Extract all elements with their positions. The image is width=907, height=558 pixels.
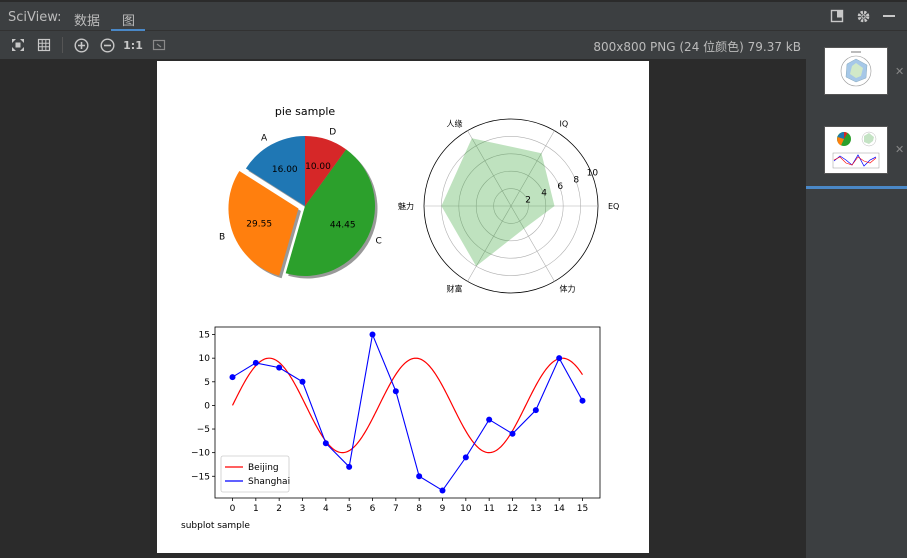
tab-plots[interactable]: 图 [122, 10, 135, 29]
legend-label: Shanghai [248, 477, 290, 487]
shanghai-point [276, 364, 283, 371]
y-tick-label: 10 [199, 354, 211, 364]
radar-thumbnail[interactable] [824, 47, 888, 95]
radar-category-label: IQ [560, 120, 569, 129]
radar-category-label: 魅力 [398, 201, 414, 211]
x-tick-label: 3 [300, 504, 306, 514]
radar-category-label: EQ [608, 202, 619, 211]
x-tick-label: 5 [346, 504, 352, 514]
image-toolbar: 1:1 800x800 PNG (24 位颜色) 79.37 kB [0, 31, 907, 59]
x-tick-label: 4 [323, 504, 329, 514]
shanghai-point [532, 407, 539, 414]
pie-category-label: D [329, 127, 336, 137]
close-thumbnail-icon[interactable]: ✕ [895, 144, 905, 155]
shanghai-point [486, 416, 493, 423]
subplots-thumbnail[interactable] [824, 126, 888, 174]
shanghai-point [509, 430, 516, 437]
pie-title: pie sample [275, 105, 336, 118]
radar-tick-label: 10 [587, 169, 599, 179]
radar-category-label: 人缘 [447, 119, 463, 129]
toolbar-separator [62, 37, 63, 53]
x-tick-label: 14 [553, 504, 565, 514]
x-tick-label: 6 [370, 504, 376, 514]
y-tick-label: −5 [197, 425, 210, 435]
x-tick-label: 2 [276, 504, 282, 514]
line-chart-xlabel: subplot sample [181, 521, 250, 531]
fit-window-icon[interactable] [151, 37, 167, 53]
fit-screen-icon[interactable] [10, 37, 26, 53]
shanghai-point [579, 397, 586, 404]
pie-value-label: 44.45 [330, 220, 356, 230]
shanghai-point [416, 473, 423, 480]
plot-canvas: pie sample 16.00A29.55B44.45C10.00D 2468… [181, 105, 619, 531]
y-tick-label: 5 [204, 378, 210, 388]
pie-category-label: C [375, 236, 381, 246]
settings-gear-icon[interactable] [855, 8, 871, 24]
radar-tick-label: 2 [525, 195, 531, 205]
radar-category-label: 财富 [447, 283, 463, 293]
radar-category-label: 体力 [560, 283, 576, 293]
pie-value-label: 16.00 [272, 165, 298, 175]
zoom-in-icon[interactable] [73, 37, 89, 53]
shanghai-point [392, 388, 399, 395]
radar-chart: 2468 10 EQ IQ 人缘魅力财富 体力 [398, 118, 619, 294]
y-tick-label: −10 [191, 449, 210, 459]
shanghai-point [369, 331, 376, 338]
x-tick-label: 7 [393, 504, 399, 514]
x-tick-label: 13 [530, 504, 541, 514]
thumbnail-sidebar: ✕ ✕ [806, 31, 907, 558]
shanghai-point [556, 355, 563, 362]
minimize-icon[interactable] [881, 8, 897, 24]
pie-category-label: A [261, 133, 268, 143]
line-chart: subplot sample 0 1 2 3 4 5 6 7 8 9 10 11 12 13 14 15−15… [181, 326, 601, 531]
shanghai-point [462, 454, 469, 461]
zoom-out-icon[interactable] [99, 37, 115, 53]
shanghai-point [322, 440, 329, 447]
shanghai-point [299, 378, 306, 385]
y-tick-label: −15 [191, 472, 210, 482]
plot-image: pie sample 16.00 A 29.55 B 44.45 C 10.00 D 2468… [157, 61, 649, 553]
split-view-icon[interactable] [829, 8, 845, 24]
shanghai-point [346, 463, 353, 470]
close-thumbnail-icon[interactable]: ✕ [895, 66, 905, 77]
image-info: 800x800 PNG (24 位颜色) 79.37 kB [593, 40, 801, 54]
x-tick-label: 0 [230, 504, 236, 514]
radar-area [441, 138, 555, 267]
x-tick-label: 8 [416, 504, 422, 514]
x-tick-label: 9 [440, 504, 446, 514]
pie-category-label: B [219, 232, 225, 242]
tab-data[interactable]: 数据 [74, 10, 100, 29]
selected-thumbnail-indicator [806, 186, 907, 189]
series-line-beijing [231, 357, 583, 454]
y-tick-label: 15 [199, 331, 210, 341]
x-tick-label: 15 [577, 504, 588, 514]
window-controls [829, 8, 897, 24]
y-tick-label: 0 [204, 401, 210, 411]
pie-chart: pie sample 16.00 A 29.55 B 44.45 C 10.00 D [219, 105, 382, 279]
grid-icon[interactable] [36, 37, 52, 53]
shanghai-point [229, 374, 236, 381]
x-tick-label: 12 [507, 504, 518, 514]
pie-value-label: 29.55 [246, 219, 272, 229]
radar-tick-label: 4 [541, 189, 547, 199]
radar-tick-label: 8 [573, 175, 579, 185]
actual-size-icon[interactable]: 1:1 [123, 37, 143, 53]
radar-tick-label: 6 [557, 182, 563, 192]
title-bar: SciView: 数据 图 [0, 0, 907, 32]
x-tick-label: 1 [253, 504, 259, 514]
legend-label: Beijing [248, 463, 279, 473]
shanghai-point [439, 487, 446, 494]
x-tick-label: 11 [483, 504, 494, 514]
shanghai-point [252, 359, 259, 366]
pie-value-label: 10.00 [305, 162, 331, 172]
window-title: SciView: [8, 10, 62, 25]
x-tick-label: 10 [460, 504, 472, 514]
